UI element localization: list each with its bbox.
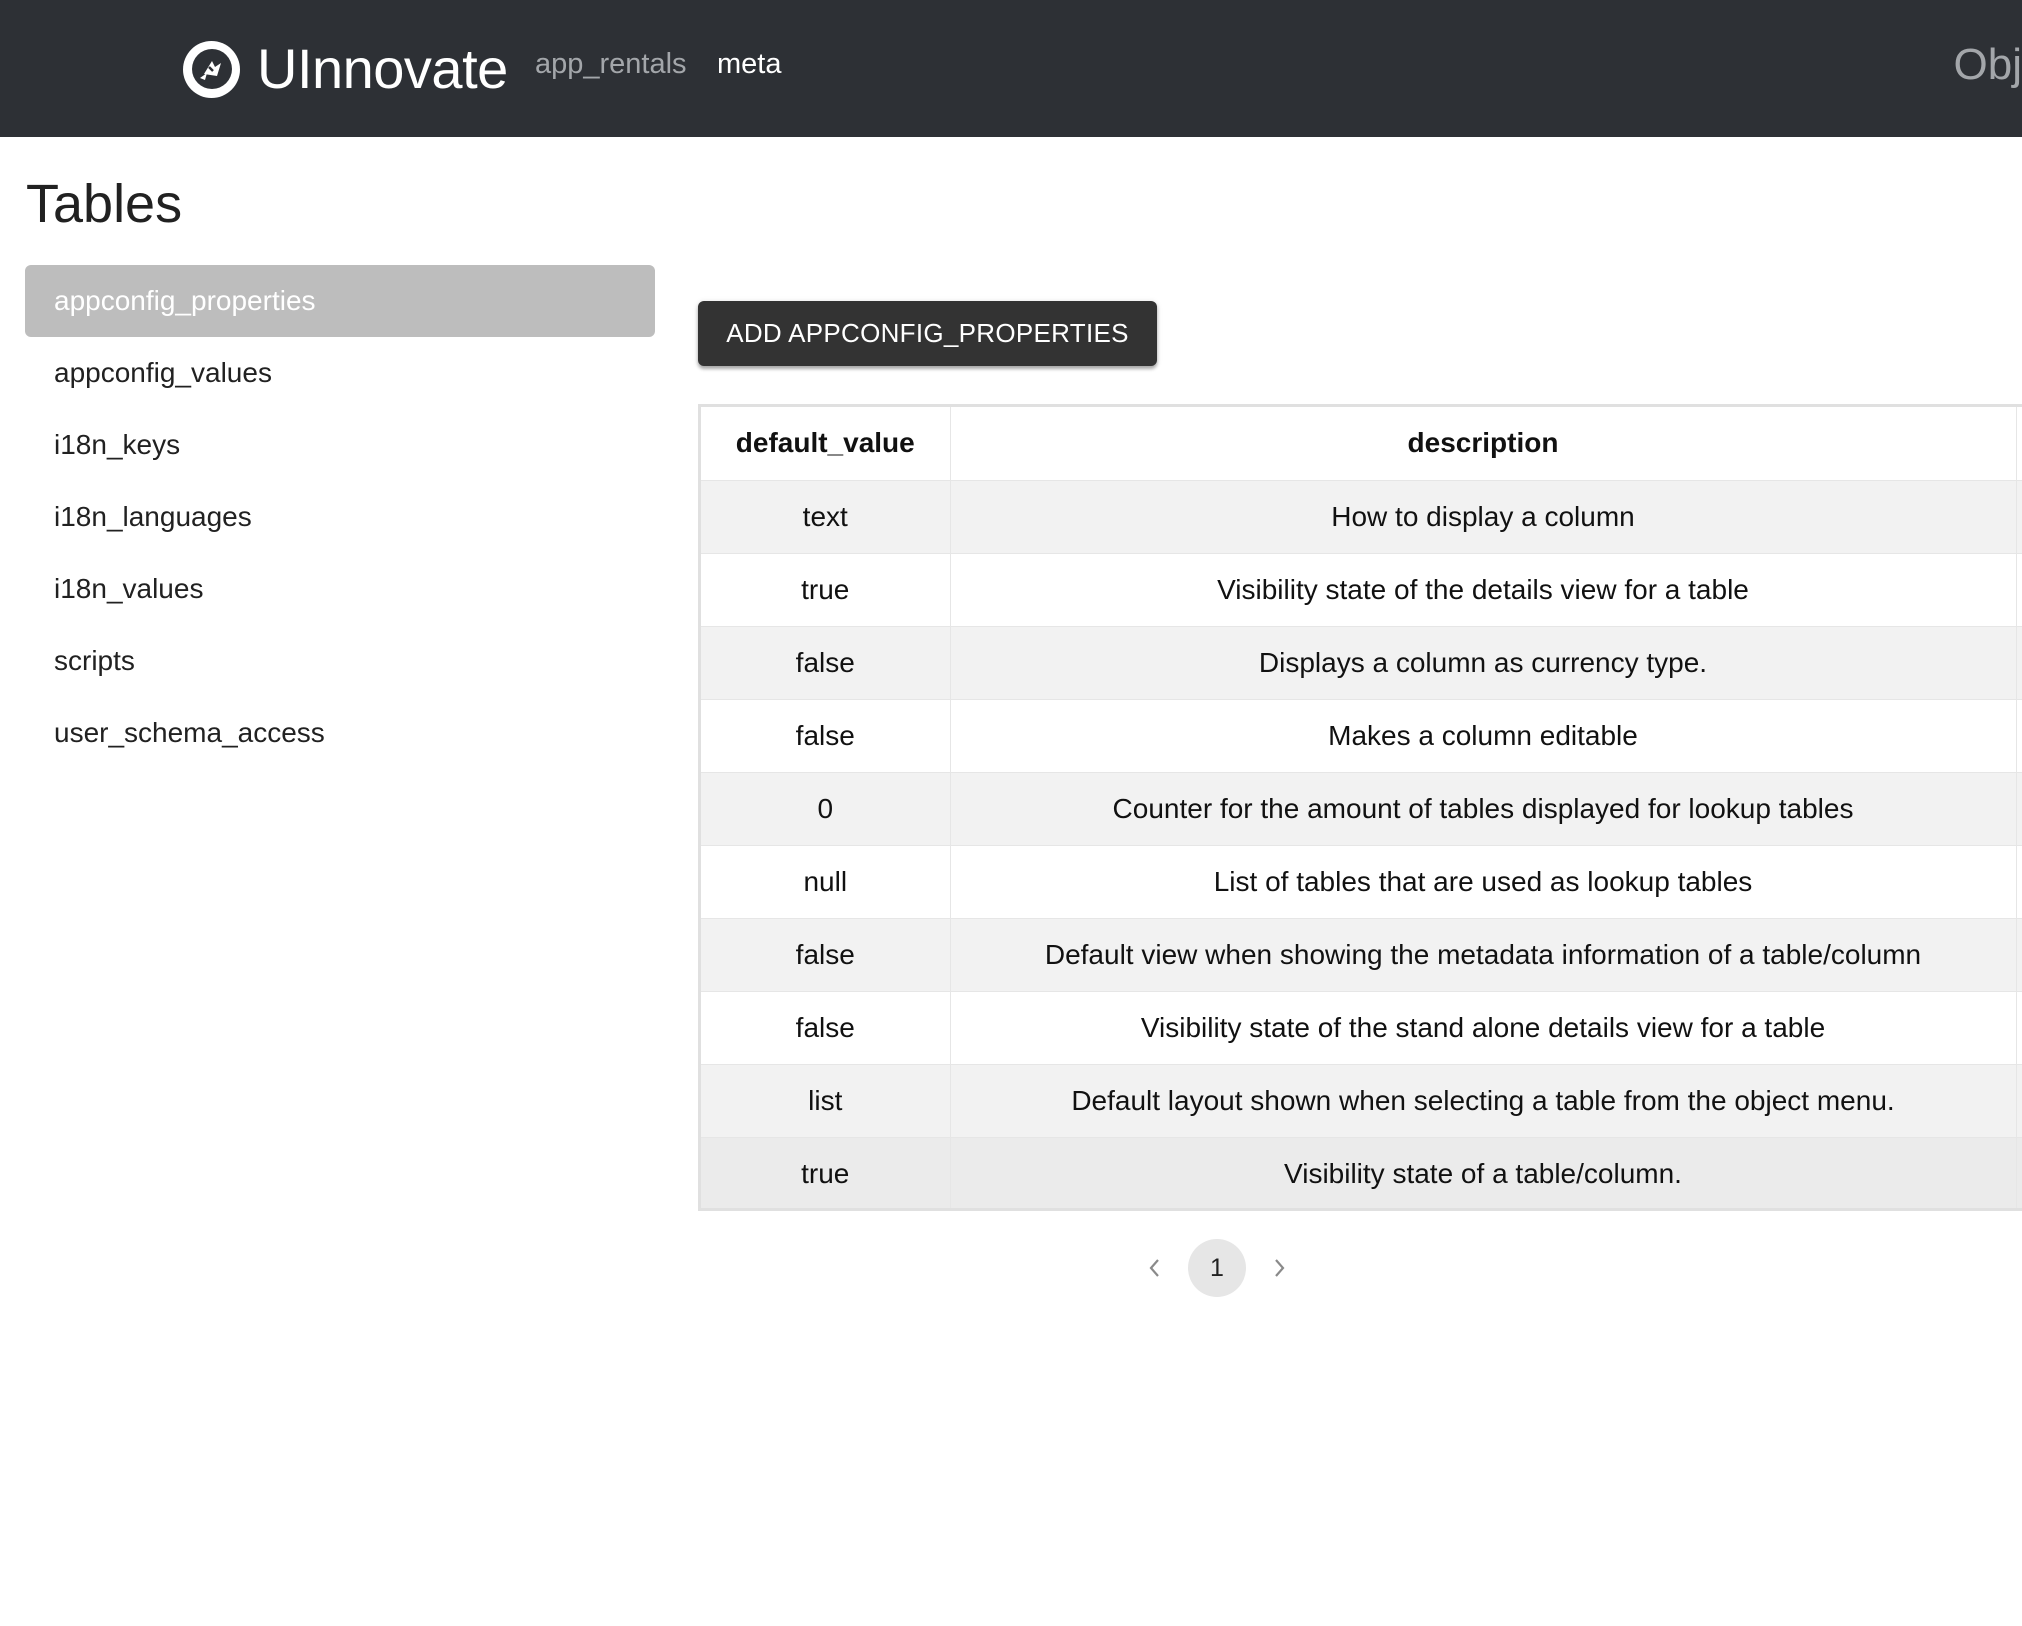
table-row[interactable]: true Visibility state of a table/column.: [701, 1137, 2022, 1208]
table-row[interactable]: text How to display a column: [701, 480, 2022, 554]
cell-overflow: [2016, 480, 2022, 554]
cell-overflow: [2016, 1064, 2022, 1138]
cell-description[interactable]: Default view when showing the metadata i…: [950, 918, 2017, 992]
table-row[interactable]: 0 Counter for the amount of tables displ…: [701, 772, 2022, 846]
table-item-i18n-values[interactable]: i18n_values: [25, 553, 655, 625]
table-row[interactable]: true Visibility state of the details vie…: [701, 553, 2022, 627]
cell-default-value[interactable]: 0: [701, 772, 951, 846]
column-header-description[interactable]: description: [950, 407, 2017, 481]
table-item-appconfig-properties[interactable]: appconfig_properties: [25, 265, 655, 337]
nav-right-objects-link[interactable]: Obj: [1954, 43, 2022, 87]
chevron-right-icon[interactable]: [1266, 1239, 1294, 1297]
cell-description[interactable]: How to display a column: [950, 480, 2017, 554]
cell-default-value[interactable]: false: [701, 699, 951, 773]
column-header-overflow: [2016, 407, 2022, 481]
table-row[interactable]: false Displays a column as currency type…: [701, 626, 2022, 700]
cell-description[interactable]: Displays a column as currency type.: [950, 626, 2017, 700]
cell-default-value[interactable]: true: [701, 553, 951, 627]
cell-description[interactable]: Visibility state of a table/column.: [950, 1137, 2017, 1208]
cell-default-value[interactable]: text: [701, 480, 951, 554]
cell-overflow: [2016, 845, 2022, 919]
cell-default-value[interactable]: list: [701, 1064, 951, 1138]
column-header-default-value[interactable]: default_value: [701, 407, 951, 481]
chevron-left-icon[interactable]: [1140, 1239, 1168, 1297]
cell-overflow: [2016, 772, 2022, 846]
cell-default-value[interactable]: false: [701, 626, 951, 700]
table-row[interactable]: null List of tables that are used as loo…: [701, 845, 2022, 919]
cell-description[interactable]: Counter for the amount of tables display…: [950, 772, 2017, 846]
cell-overflow: [2016, 918, 2022, 992]
cell-description[interactable]: Visibility state of the stand alone deta…: [950, 991, 2017, 1065]
table-list: appconfig_properties appconfig_values i1…: [25, 265, 655, 769]
cell-overflow: [2016, 991, 2022, 1065]
cell-default-value[interactable]: true: [701, 1137, 951, 1208]
cell-description[interactable]: Makes a column editable: [950, 699, 2017, 773]
brand-logo-icon: [183, 40, 240, 98]
table-item-scripts[interactable]: scripts: [25, 625, 655, 697]
table-row[interactable]: false Makes a column editable: [701, 699, 2022, 773]
table-row[interactable]: list Default layout shown when selecting…: [701, 1064, 2022, 1138]
cell-overflow: [2016, 553, 2022, 627]
table-item-appconfig-values[interactable]: appconfig_values: [25, 337, 655, 409]
cell-overflow: [2016, 1137, 2022, 1208]
cell-description[interactable]: List of tables that are used as lookup t…: [950, 845, 2017, 919]
table-header-row: default_value description: [701, 407, 2022, 481]
data-table: default_value description text How to di…: [698, 404, 2022, 1211]
add-record-button[interactable]: ADD APPCONFIG_PROPERTIES: [698, 301, 1157, 366]
nav-link-app-rentals[interactable]: app_rentals: [535, 50, 687, 79]
nav-link-meta[interactable]: meta: [717, 50, 781, 79]
table-item-user-schema-access[interactable]: user_schema_access: [25, 697, 655, 769]
cell-default-value[interactable]: null: [701, 845, 951, 919]
page-number-button[interactable]: 1: [1188, 1239, 1246, 1297]
cell-default-value[interactable]: false: [701, 918, 951, 992]
cell-description[interactable]: Default layout shown when selecting a ta…: [950, 1064, 2017, 1138]
table-row[interactable]: false Visibility state of the stand alon…: [701, 991, 2022, 1065]
data-grid: default_value description text How to di…: [701, 407, 2022, 1208]
table-item-i18n-keys[interactable]: i18n_keys: [25, 409, 655, 481]
table-item-i18n-languages[interactable]: i18n_languages: [25, 481, 655, 553]
table-row[interactable]: false Default view when showing the meta…: [701, 918, 2022, 992]
cell-description[interactable]: Visibility state of the details view for…: [950, 553, 2017, 627]
pagination: 1: [1140, 1239, 1294, 1297]
cell-overflow: [2016, 626, 2022, 700]
brand-name: UInnovate: [257, 37, 508, 100]
page-title: Tables: [26, 174, 183, 234]
top-navbar: UInnovate app_rentals meta Obj: [0, 0, 2022, 137]
cell-default-value[interactable]: false: [701, 991, 951, 1065]
brand-link[interactable]: UInnovate: [183, 40, 508, 98]
cell-overflow: [2016, 699, 2022, 773]
